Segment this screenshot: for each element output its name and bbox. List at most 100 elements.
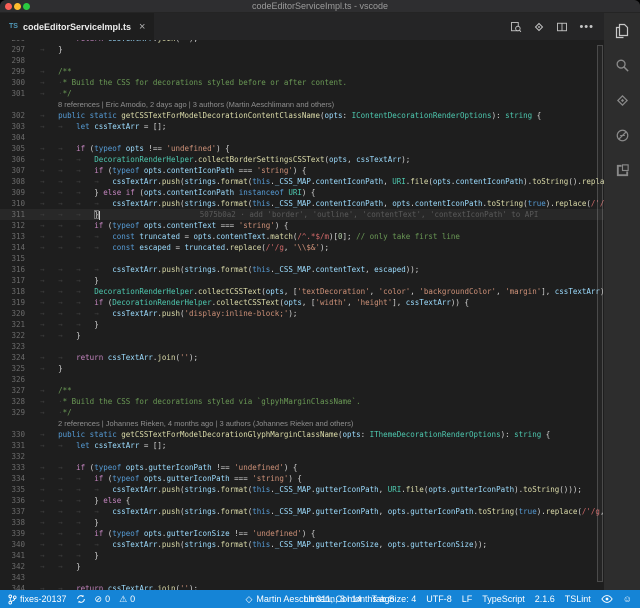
- split-editor-icon[interactable]: [556, 21, 568, 33]
- line-number[interactable]: 335: [0, 484, 40, 495]
- line-number[interactable]: 314: [0, 242, 40, 253]
- code-line-320[interactable]: 320→ → → → cssTextArr.push('display:inli…: [0, 308, 604, 319]
- line-number[interactable]: 309: [0, 187, 40, 198]
- code-line-319[interactable]: 319→ → → if (DecorationRenderHelper.coll…: [0, 297, 604, 308]
- code-line-311[interactable]: 311→ → → }5075b0a2 · add 'border', 'outl…: [0, 209, 604, 220]
- tab-codeeditorserviceimpl[interactable]: TS codeEditorServiceImpl.ts ×: [0, 13, 154, 40]
- sync-button[interactable]: [76, 594, 86, 604]
- line-number[interactable]: 304: [0, 132, 40, 143]
- code-line-297[interactable]: 297→ }: [0, 44, 604, 55]
- codelens-label[interactable]: 8 references | Eric Amodio, 2 days ago |…: [58, 100, 334, 109]
- line-number[interactable]: 328: [0, 396, 40, 407]
- code-line-340[interactable]: 340→ → → → cssTextArr.push(strings.forma…: [0, 539, 604, 550]
- line-number[interactable]: 332: [0, 451, 40, 462]
- line-number[interactable]: 300: [0, 77, 40, 88]
- code-line-332[interactable]: 332: [0, 451, 604, 462]
- line-number[interactable]: 317: [0, 275, 40, 286]
- code-line-302[interactable]: 302→ public static getCSSTextForModelDec…: [0, 110, 604, 121]
- code-line-313[interactable]: 313→ → → → const truncated = opts.conten…: [0, 231, 604, 242]
- code-line-333[interactable]: 333→ → if (typeof opts.gutterIconPath !=…: [0, 462, 604, 473]
- code-line-317[interactable]: 317→ → → }: [0, 275, 604, 286]
- extensions-icon[interactable]: [604, 153, 640, 188]
- code-line-304[interactable]: 304: [0, 132, 604, 143]
- gitlens-icon[interactable]: [533, 21, 545, 33]
- line-number[interactable]: 340: [0, 539, 40, 550]
- line-number[interactable]: 306: [0, 154, 40, 165]
- line-number[interactable]: 299: [0, 66, 40, 77]
- line-number[interactable]: 311: [0, 209, 40, 220]
- code-line-318[interactable]: 318→ → → DecorationRenderHelper.collectC…: [0, 286, 604, 297]
- line-number[interactable]: 337: [0, 506, 40, 517]
- code-line-310[interactable]: 310→ → → → cssTextArr.push(strings.forma…: [0, 198, 604, 209]
- codelens[interactable]: 8 references | Eric Amodio, 2 days ago |…: [0, 99, 604, 110]
- blame-status[interactable]: ◇ Martin Aeschlimann, 8 months ago: [246, 590, 395, 608]
- typescript-version[interactable]: 2.1.6: [535, 594, 555, 604]
- line-number[interactable]: 321: [0, 319, 40, 330]
- line-number[interactable]: 331: [0, 440, 40, 451]
- code-line-343[interactable]: 343: [0, 572, 604, 583]
- git-branch-indicator[interactable]: fixes-20137: [8, 594, 67, 605]
- line-number[interactable]: 320: [0, 308, 40, 319]
- line-number[interactable]: 322: [0, 330, 40, 341]
- line-number[interactable]: 297: [0, 44, 40, 55]
- more-actions-icon[interactable]: •••: [579, 22, 594, 32]
- code-line-325[interactable]: 325→ }: [0, 363, 604, 374]
- line-number[interactable]: 338: [0, 517, 40, 528]
- code-line-338[interactable]: 338→ → → }: [0, 517, 604, 528]
- line-number[interactable]: 329: [0, 407, 40, 418]
- line-number[interactable]: 334: [0, 473, 40, 484]
- codelens[interactable]: 2 references | Johannes Rieken, 4 months…: [0, 418, 604, 429]
- eye-icon[interactable]: [601, 594, 613, 604]
- code-line-331[interactable]: 331→ → let cssTextArr = [];: [0, 440, 604, 451]
- line-number[interactable]: 325: [0, 363, 40, 374]
- line-number[interactable]: 316: [0, 264, 40, 275]
- line-number[interactable]: 315: [0, 253, 40, 264]
- code-line-334[interactable]: 334→ → → if (typeof opts.gutterIconPath …: [0, 473, 604, 484]
- code-line-342[interactable]: 342→ → }: [0, 561, 604, 572]
- debug-icon[interactable]: [604, 118, 640, 153]
- code-line-299[interactable]: 299→ /**: [0, 66, 604, 77]
- code-line-316[interactable]: 316→ → → → cssTextArr.push(strings.forma…: [0, 264, 604, 275]
- preview-icon[interactable]: [510, 21, 522, 33]
- line-number[interactable]: 327: [0, 385, 40, 396]
- explorer-icon[interactable]: [604, 13, 640, 48]
- line-number[interactable]: 323: [0, 341, 40, 352]
- code-line-300[interactable]: 300→ ·* Build the CSS for decorations st…: [0, 77, 604, 88]
- line-number[interactable]: 301: [0, 88, 40, 99]
- line-number[interactable]: 319: [0, 297, 40, 308]
- codelens-label[interactable]: 2 references | Johannes Rieken, 4 months…: [58, 419, 353, 428]
- line-number[interactable]: 302: [0, 110, 40, 121]
- line-number[interactable]: 303: [0, 121, 40, 132]
- code-line-328[interactable]: 328→ ·* Build the CSS for decorations st…: [0, 396, 604, 407]
- line-number[interactable]: 308: [0, 176, 40, 187]
- close-window-button[interactable]: [5, 3, 12, 10]
- tslint-indicator[interactable]: TSLint: [565, 594, 591, 604]
- code-line-305[interactable]: 305→ → if (typeof opts !== 'undefined') …: [0, 143, 604, 154]
- code-line-303[interactable]: 303→ → let cssTextArr = [];: [0, 121, 604, 132]
- code-line-330[interactable]: 330→ public static getCSSTextForModelDec…: [0, 429, 604, 440]
- code-line-344[interactable]: 344→ → return cssTextArr.join('');: [0, 583, 604, 590]
- code-line-309[interactable]: 309→ → → } else if (opts.contentIconPath…: [0, 187, 604, 198]
- line-number[interactable]: 307: [0, 165, 40, 176]
- error-count[interactable]: ⊘ 0: [95, 590, 111, 608]
- code-line-307[interactable]: 307→ → → if (typeof opts.contentIconPath…: [0, 165, 604, 176]
- code-line-326[interactable]: 326: [0, 374, 604, 385]
- code-line-314[interactable]: 314→ → → → const escaped = truncated.rep…: [0, 242, 604, 253]
- code-line-306[interactable]: 306→ → → DecorationRenderHelper.collectB…: [0, 154, 604, 165]
- zoom-window-button[interactable]: [23, 3, 30, 10]
- line-number[interactable]: 330: [0, 429, 40, 440]
- line-number[interactable]: 333: [0, 462, 40, 473]
- line-number[interactable]: 298: [0, 55, 40, 66]
- code-line-312[interactable]: 312→ → → if (typeof opts.contentText ===…: [0, 220, 604, 231]
- source-control-icon[interactable]: [604, 83, 640, 118]
- line-number[interactable]: 310: [0, 198, 40, 209]
- line-number[interactable]: 339: [0, 528, 40, 539]
- feedback-smiley-icon[interactable]: ☺: [623, 590, 632, 608]
- line-number[interactable]: 305: [0, 143, 40, 154]
- code-line-339[interactable]: 339→ → → if (typeof opts.gutterIconSize …: [0, 528, 604, 539]
- line-number[interactable]: 326: [0, 374, 40, 385]
- code-line-336[interactable]: 336→ → → } else {: [0, 495, 604, 506]
- code-line-341[interactable]: 341→ → → }: [0, 550, 604, 561]
- code-line-315[interactable]: 315: [0, 253, 604, 264]
- code-line-301[interactable]: 301→ ·*/: [0, 88, 604, 99]
